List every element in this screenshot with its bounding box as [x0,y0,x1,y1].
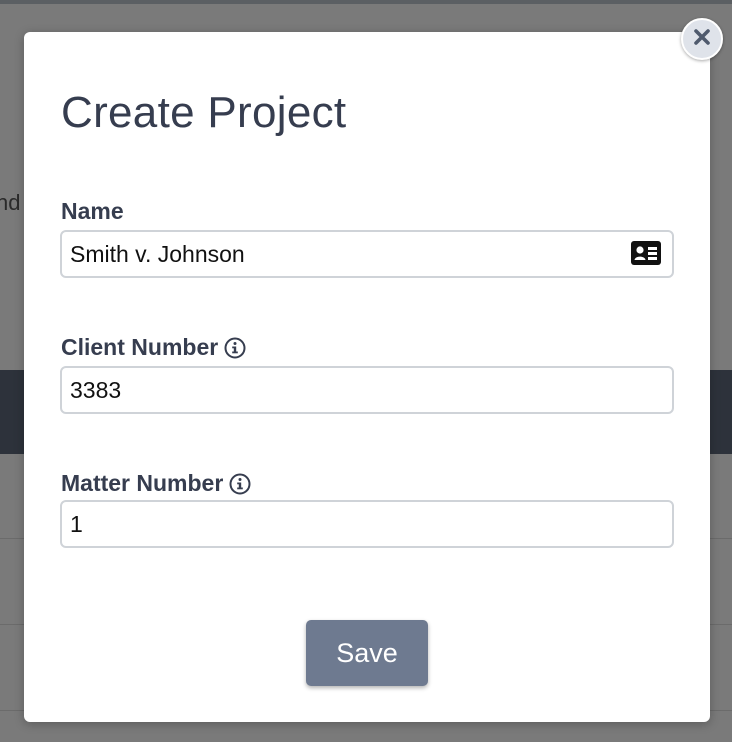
contact-card-icon[interactable] [631,241,661,265]
dialog-title: Create Project [61,88,347,137]
name-label-text: Name [61,198,124,224]
name-input[interactable] [60,230,674,278]
name-label: Name [61,198,124,225]
matter-number-label: Matter Number [61,470,251,497]
close-button[interactable] [681,18,723,60]
matter-number-label-text: Matter Number [61,470,224,496]
save-button[interactable]: Save [306,620,428,686]
close-icon [692,27,712,52]
create-project-dialog: Create Project Name Client Number [24,32,710,722]
info-icon[interactable] [224,337,246,359]
matter-number-input[interactable] [60,500,674,548]
background-partial-text: nd [0,190,21,215]
info-icon[interactable] [229,473,251,495]
background-topbar [0,0,732,4]
client-number-label: Client Number [61,334,246,361]
client-number-label-text: Client Number [61,334,219,360]
client-number-input[interactable] [60,366,674,414]
